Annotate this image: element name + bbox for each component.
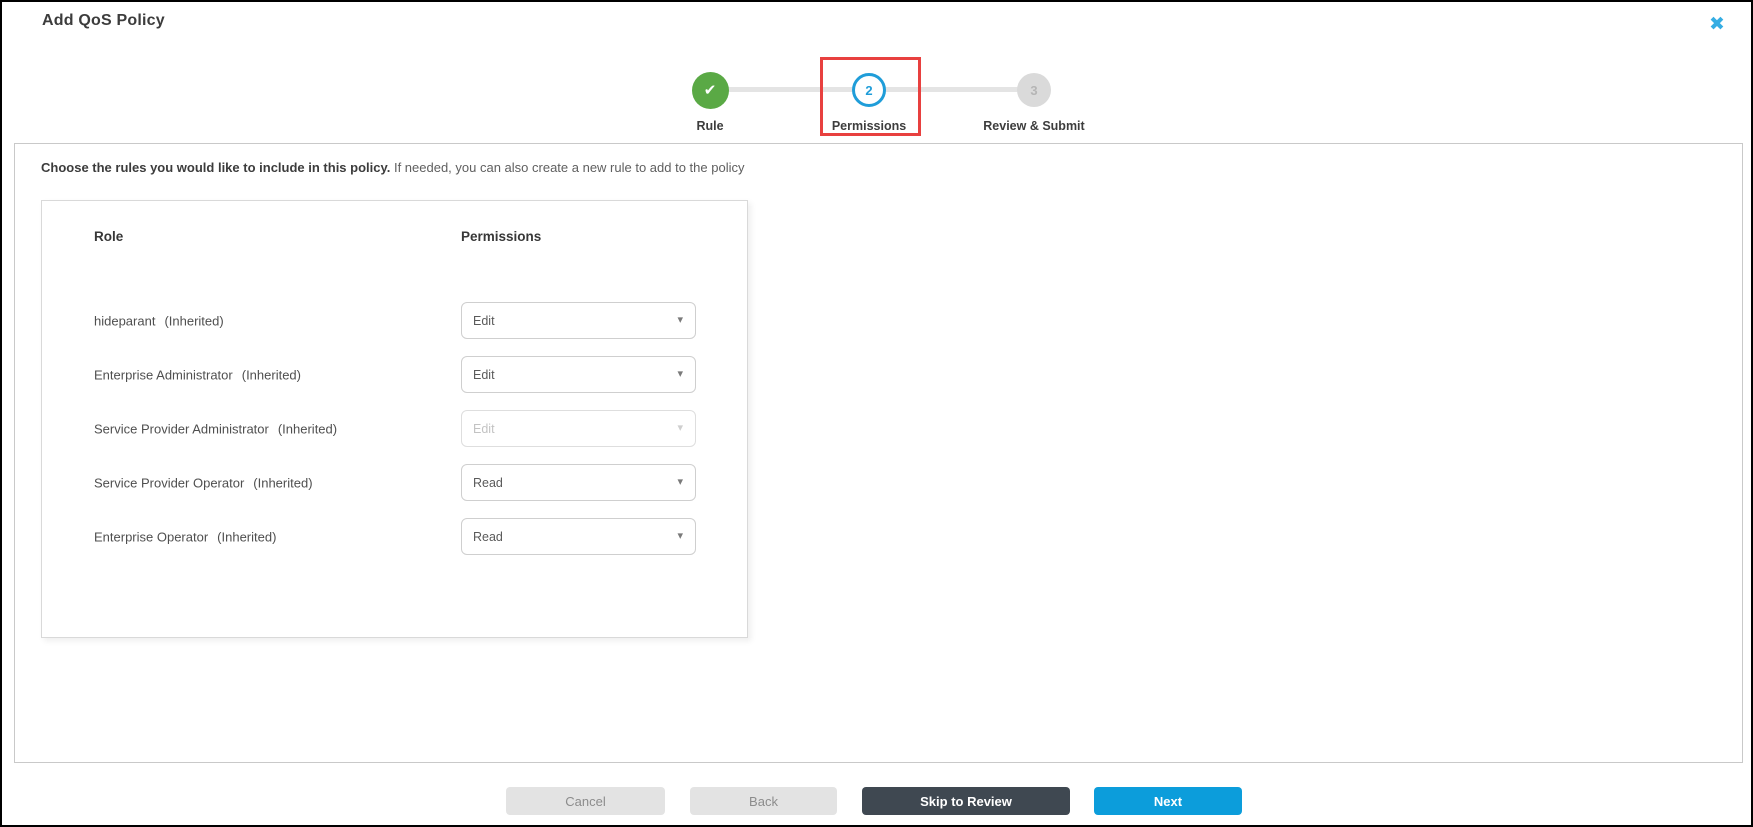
step-review-circle[interactable]: 3 [1017, 73, 1051, 107]
dropdown-value: Read [473, 475, 503, 490]
step-permissions: 2 Permissions [789, 64, 949, 133]
chevron-down-icon: ▾ [677, 314, 683, 326]
step-rule-label: Rule [696, 119, 724, 133]
role-label: Service Provider Operator (Inherited) [94, 475, 313, 490]
step-review-label: Review & Submit [983, 119, 1085, 133]
step-permissions-circle[interactable]: 2 [852, 73, 886, 107]
role-label: Service Provider Administrator (Inherited… [94, 421, 338, 436]
chevron-down-icon: ▾ [677, 530, 683, 542]
cancel-button[interactable]: Cancel [506, 787, 665, 815]
step-review: 3 Review & Submit [954, 64, 1114, 133]
table-row: Enterprise Operator (Inherited) Read ▾ [42, 518, 747, 555]
main-panel: Choose the rules you would like to inclu… [14, 143, 1743, 763]
table-row: Service Provider Operator (Inherited) Rea… [42, 464, 747, 501]
skip-to-review-button[interactable]: Skip to Review [862, 787, 1070, 815]
chevron-down-icon: ▾ [677, 422, 683, 434]
step-rule-circle[interactable]: ✔ [691, 71, 729, 109]
role-label: Enterprise Administrator (Inherited) [94, 367, 301, 382]
permission-dropdown[interactable]: Edit ▾ [461, 356, 696, 393]
check-icon: ✔ [703, 82, 717, 99]
step-permissions-label: Permissions [831, 119, 907, 133]
back-button[interactable]: Back [690, 787, 837, 815]
permission-dropdown[interactable]: Read ▾ [461, 464, 696, 501]
role-label: Enterprise Operator (Inherited) [94, 529, 277, 544]
dropdown-value: Edit [473, 421, 495, 436]
chevron-down-icon: ▾ [677, 476, 683, 488]
chevron-down-icon: ▾ [677, 368, 683, 380]
role-label: hideparant (Inherited) [94, 313, 224, 328]
table-row: hideparant (Inherited) Edit ▾ [42, 302, 747, 339]
permission-dropdown-disabled: Edit ▾ [461, 410, 696, 447]
dropdown-value: Edit [473, 367, 495, 382]
table-row: Enterprise Administrator (Inherited) Edit… [42, 356, 747, 393]
wizard-stepper: ✔ Rule 2 Permissions 3 Review & Submit [2, 2, 1751, 142]
permissions-card: Role Permissions hideparant (Inherited) E… [41, 200, 748, 638]
dropdown-value: Edit [473, 313, 495, 328]
dropdown-value: Read [473, 529, 503, 544]
step-permissions-number: 2 [865, 82, 873, 98]
permission-dropdown[interactable]: Edit ▾ [461, 302, 696, 339]
next-button[interactable]: Next [1094, 787, 1242, 815]
instruction-regular: If needed, you can also create a new rul… [390, 160, 745, 175]
instruction-text: Choose the rules you would like to inclu… [41, 160, 744, 175]
table-row: Service Provider Administrator (Inherited… [42, 410, 747, 447]
permission-dropdown[interactable]: Read ▾ [461, 518, 696, 555]
step-rule: ✔ Rule [630, 64, 790, 133]
column-header-permissions: Permissions [461, 229, 542, 244]
instruction-bold: Choose the rules you would like to inclu… [41, 160, 391, 175]
step-review-number: 3 [1030, 82, 1038, 98]
column-header-role: Role [94, 229, 124, 244]
